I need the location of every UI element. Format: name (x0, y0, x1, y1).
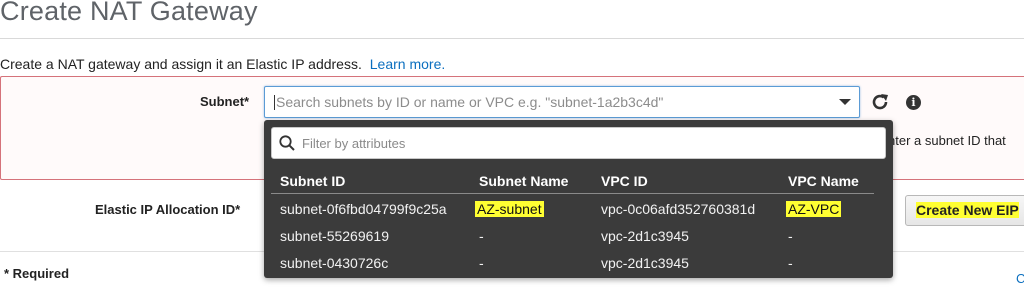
learn-more-link[interactable]: Learn more. (370, 56, 445, 72)
subnet-select-placeholder: Search subnets by ID or name or VPC e.g.… (276, 94, 664, 110)
column-header-subnet-name: Subnet Name (479, 173, 569, 189)
filter-input[interactable]: Filter by attributes (271, 127, 886, 159)
vpc-name-cell: - (788, 228, 793, 244)
vpc-id-cell: vpc-2d1c3945 (601, 228, 689, 244)
subnet-id-cell: subnet-0f6fbd04799f9c25a (280, 201, 447, 217)
subnet-name-cell: AZ-subnet (475, 201, 544, 217)
eip-label: Elastic IP Allocation ID* (95, 202, 241, 217)
corner-link[interactable]: C (1016, 271, 1024, 286)
chevron-down-icon[interactable] (839, 99, 851, 105)
subnet-id-cell: subnet-0430726c (280, 255, 389, 271)
intro-description: Create a NAT gateway and assign it an El… (0, 56, 362, 72)
column-header-vpc-name: VPC Name (788, 173, 859, 189)
refresh-icon[interactable] (870, 92, 890, 112)
vpc-name-cell: - (788, 255, 793, 271)
column-header-subnet-id: Subnet ID (280, 173, 346, 189)
create-new-eip-label: Create New EIP (916, 202, 1019, 218)
vpc-name-cell: AZ-VPC (786, 201, 842, 217)
header-divider (271, 193, 874, 194)
vpc-id-cell: vpc-0c06afd352760381d (601, 201, 756, 217)
subnet-dropdown: Filter by attributes Subnet ID Subnet Na… (264, 120, 893, 278)
vpc-name-highlight: AZ-VPC (786, 201, 842, 217)
title-divider (0, 38, 1024, 39)
search-icon (279, 135, 295, 151)
info-icon[interactable]: i (906, 95, 921, 110)
column-header-vpc-id: VPC ID (601, 173, 648, 189)
subnet-id-cell: subnet-55269619 (280, 228, 389, 244)
subnet-label: Subnet* (200, 94, 250, 109)
subnet-help-text: nter a subnet ID that (888, 133, 1006, 148)
subnet-select[interactable]: Search subnets by ID or name or VPC e.g.… (264, 86, 860, 118)
subnet-name-cell: - (479, 228, 484, 244)
intro-text: Create a NAT gateway and assign it an El… (0, 56, 445, 72)
required-note: * Required (4, 266, 70, 281)
text-cursor (274, 95, 275, 110)
subnet-name-highlight: AZ-subnet (475, 201, 544, 217)
create-new-eip-button[interactable]: Create New EIP (905, 195, 1024, 226)
vpc-id-cell: vpc-2d1c3945 (601, 255, 689, 271)
subnet-name-cell: - (479, 255, 484, 271)
page-title: Create NAT Gateway (0, 0, 258, 26)
filter-placeholder: Filter by attributes (302, 136, 406, 151)
